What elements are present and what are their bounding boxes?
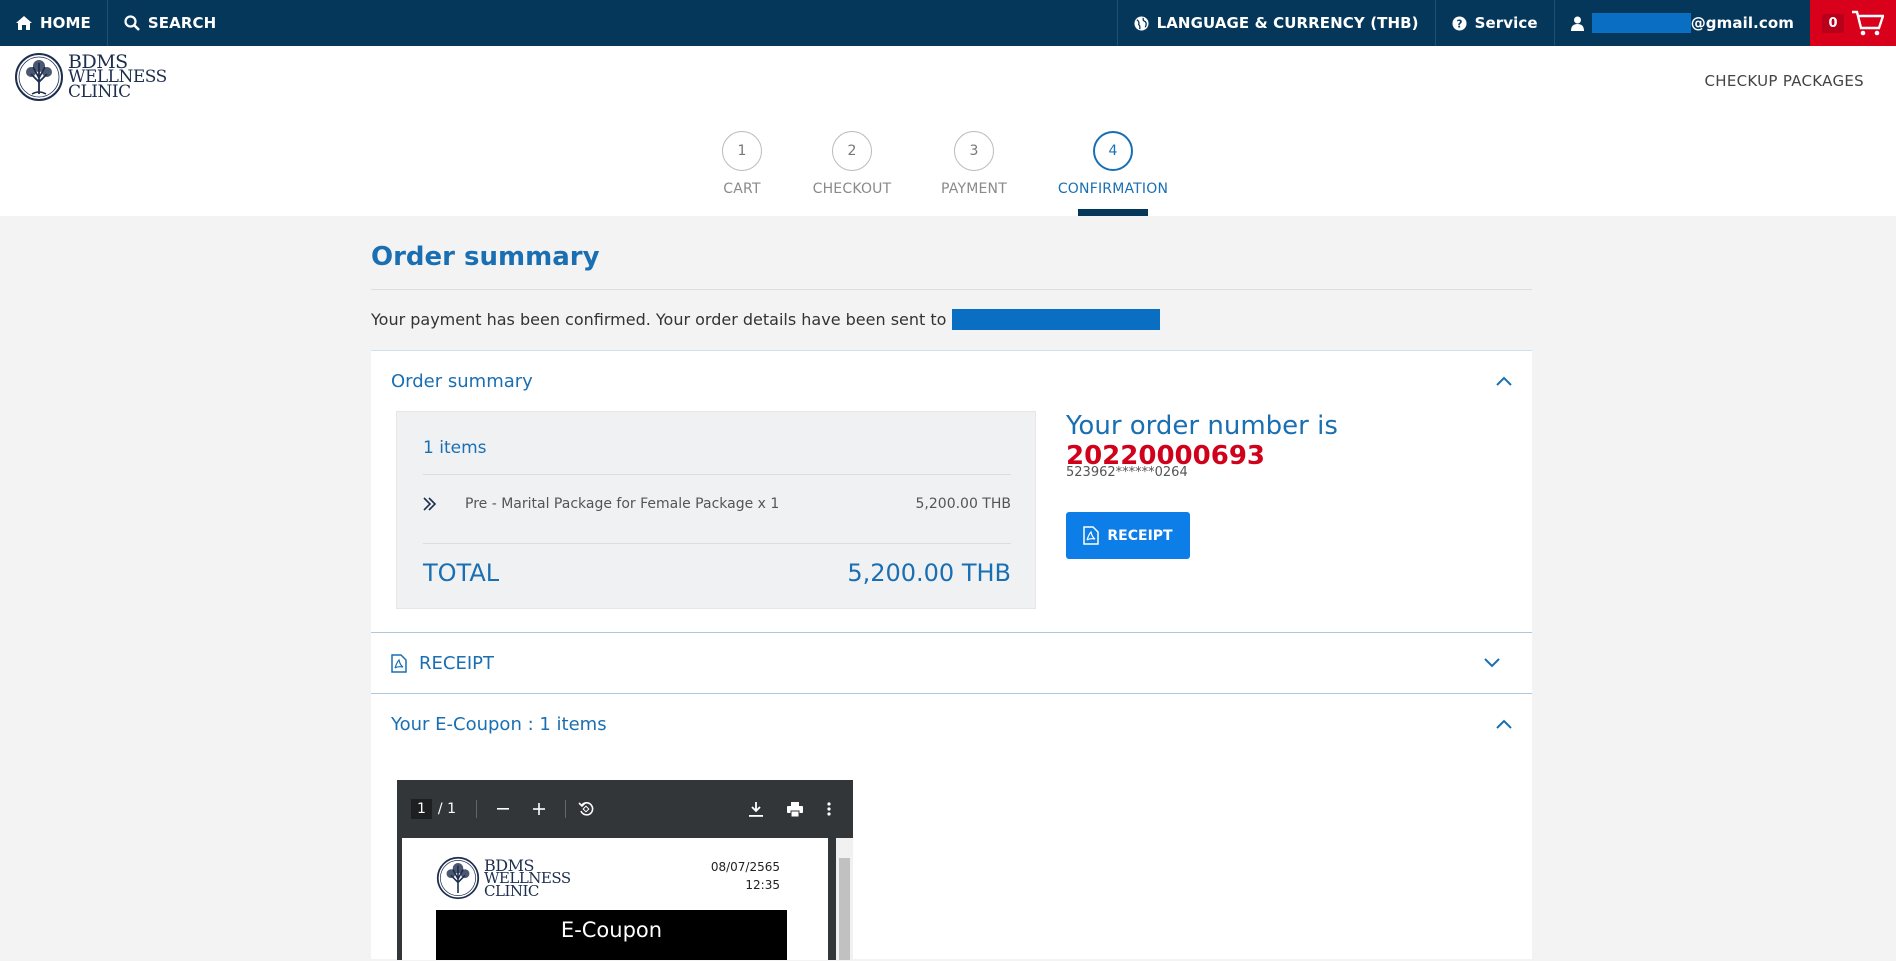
total-value: 5,200.00 THB	[847, 559, 1011, 587]
total-row: TOTAL 5,200.00 THB	[423, 559, 1011, 587]
search-link[interactable]: SEARCH	[108, 0, 232, 46]
brand-logo: BDMS WELLNESS CLINIC	[436, 856, 571, 900]
main-content: Order summary Your payment has been conf…	[371, 216, 1532, 960]
order-summary-panel: Order summary 1 items Pre - Marital Pack…	[371, 350, 1532, 632]
order-number-prefix: Your order number is	[1066, 411, 1338, 441]
language-currency-button[interactable]: LANGUAGE & CURRENCY (THB)	[1118, 0, 1435, 46]
home-link[interactable]: HOME	[0, 0, 107, 46]
ecoupon-title: E-Coupon	[436, 910, 787, 960]
receipt-panel-header[interactable]: RECEIPT	[371, 633, 1532, 693]
home-icon	[16, 16, 32, 30]
redacted-email	[952, 308, 1161, 330]
step-cart: 1 CART	[682, 131, 802, 197]
download-icon	[749, 801, 763, 817]
pdf-page-total: / 1	[437, 801, 456, 817]
site-header: BDMS WELLNESS CLINIC CHECKUP PACKAGES 1 …	[0, 46, 1896, 216]
step-number: 1	[722, 131, 762, 171]
logo-text: BDMS WELLNESS CLINIC	[484, 855, 571, 900]
service-link[interactable]: ? Service	[1436, 0, 1554, 46]
pdf-file-icon	[391, 653, 407, 673]
checkup-packages-link[interactable]: CHECKUP PACKAGES	[1705, 72, 1864, 90]
logo-text: BDMS WELLNESS CLINIC	[68, 50, 167, 102]
redacted-email	[1591, 13, 1691, 33]
svg-text:?: ?	[1456, 18, 1462, 30]
coupon-date: 08/07/2565 12:35	[710, 860, 780, 892]
total-label: TOTAL	[423, 559, 500, 587]
masked-card-number: 523962******0264	[1066, 465, 1188, 480]
brand-logo[interactable]: BDMS WELLNESS CLINIC	[14, 52, 167, 102]
step-number: 3	[954, 131, 994, 171]
item-price: 5,200.00 THB	[915, 496, 1011, 512]
double-chevron-right-icon	[423, 497, 437, 511]
pdf-page: BDMS WELLNESS CLINIC 08/07/2565 12:35 E-…	[402, 838, 828, 960]
cart-button[interactable]: 0	[1810, 0, 1896, 46]
download-button[interactable]	[749, 801, 763, 817]
cart-count-badge: 0	[1822, 13, 1844, 33]
print-icon	[787, 801, 803, 817]
receipt-panel: RECEIPT	[371, 632, 1532, 693]
pdf-file-icon	[1083, 526, 1100, 545]
globe-icon	[1134, 15, 1149, 31]
step-confirmation: 4 CONFIRMATION	[1053, 131, 1173, 197]
top-nav-bar: HOME SEARCH LANGUAGE & CURRENCY (THB) ? …	[0, 0, 1896, 46]
home-label: HOME	[40, 14, 91, 32]
step-label: PAYMENT	[941, 181, 1007, 197]
search-icon	[124, 15, 140, 31]
list-item: Pre - Marital Package for Female Package…	[423, 496, 1011, 512]
pdf-toolbar: 1 / 1	[397, 780, 853, 838]
step-label: CONFIRMATION	[1057, 181, 1169, 197]
language-currency-label: LANGUAGE & CURRENCY (THB)	[1156, 14, 1419, 32]
order-summary-header[interactable]: Order summary	[371, 351, 1532, 411]
divider	[371, 289, 1532, 290]
order-number-heading: Your order number is 20220000693	[1066, 411, 1532, 471]
step-payment: 3 PAYMENT	[914, 131, 1034, 197]
tree-logo-icon	[15, 53, 63, 101]
user-account-button[interactable]: @gmail.com	[1555, 0, 1810, 46]
step-checkout: 2 CHECKOUT	[792, 131, 912, 197]
plus-icon	[533, 803, 545, 815]
pdf-viewer[interactable]: 1 / 1 BDMS WELLNESS CLINIC 08/07/2565 12…	[397, 780, 853, 960]
more-options-button[interactable]	[827, 802, 831, 816]
chevron-down-icon	[1484, 658, 1500, 668]
panel-heading: Your E-Coupon : 1 items	[391, 713, 607, 735]
minus-icon	[497, 808, 509, 810]
panel-heading: RECEIPT	[419, 652, 494, 674]
rotate-icon	[578, 802, 594, 816]
user-icon	[1570, 16, 1584, 31]
step-label: CART	[723, 181, 761, 197]
chevron-up-icon	[1496, 376, 1512, 386]
print-button[interactable]	[787, 801, 803, 817]
item-name: Pre - Marital Package for Female Package…	[465, 496, 780, 512]
tree-logo-icon	[436, 856, 480, 900]
divider	[423, 543, 1011, 544]
confirmation-text: Your payment has been confirmed. Your or…	[371, 309, 947, 329]
pdf-page-input[interactable]: 1	[411, 799, 432, 819]
receipt-button-label: RECEIPT	[1107, 527, 1173, 544]
receipt-button[interactable]: RECEIPT	[1066, 512, 1190, 559]
step-label: CHECKOUT	[812, 181, 892, 197]
cart-icon	[1851, 10, 1884, 36]
panel-heading: Order summary	[391, 370, 533, 392]
checkout-stepper: 1 CART 2 CHECKOUT 3 PAYMENT 4 CONFIRMATI…	[0, 131, 1896, 216]
zoom-in-button[interactable]	[533, 803, 545, 815]
items-count: 1 items	[423, 438, 487, 458]
chevron-up-icon	[1496, 719, 1512, 729]
active-step-indicator	[1078, 209, 1148, 216]
divider	[423, 474, 1011, 475]
cart-summary-box: 1 items Pre - Marital Package for Female…	[396, 411, 1036, 609]
confirmation-message: Your payment has been confirmed. Your or…	[371, 308, 1532, 330]
step-number: 2	[832, 131, 872, 171]
ecoupon-panel: Your E-Coupon : 1 items 1 / 1 BDMS WELLN…	[371, 693, 1532, 960]
step-number: 4	[1093, 131, 1133, 171]
ecoupon-panel-header[interactable]: Your E-Coupon : 1 items	[371, 694, 1532, 754]
service-label: Service	[1474, 14, 1538, 32]
help-icon: ?	[1452, 15, 1467, 31]
user-email-suffix: @gmail.com	[1690, 14, 1794, 32]
page-title: Order summary	[371, 242, 600, 272]
pdf-scrollbar-thumb[interactable]	[839, 858, 850, 960]
more-vertical-icon	[827, 802, 831, 816]
zoom-out-button[interactable]	[497, 808, 509, 810]
rotate-button[interactable]	[578, 801, 594, 817]
search-label: SEARCH	[147, 14, 217, 32]
